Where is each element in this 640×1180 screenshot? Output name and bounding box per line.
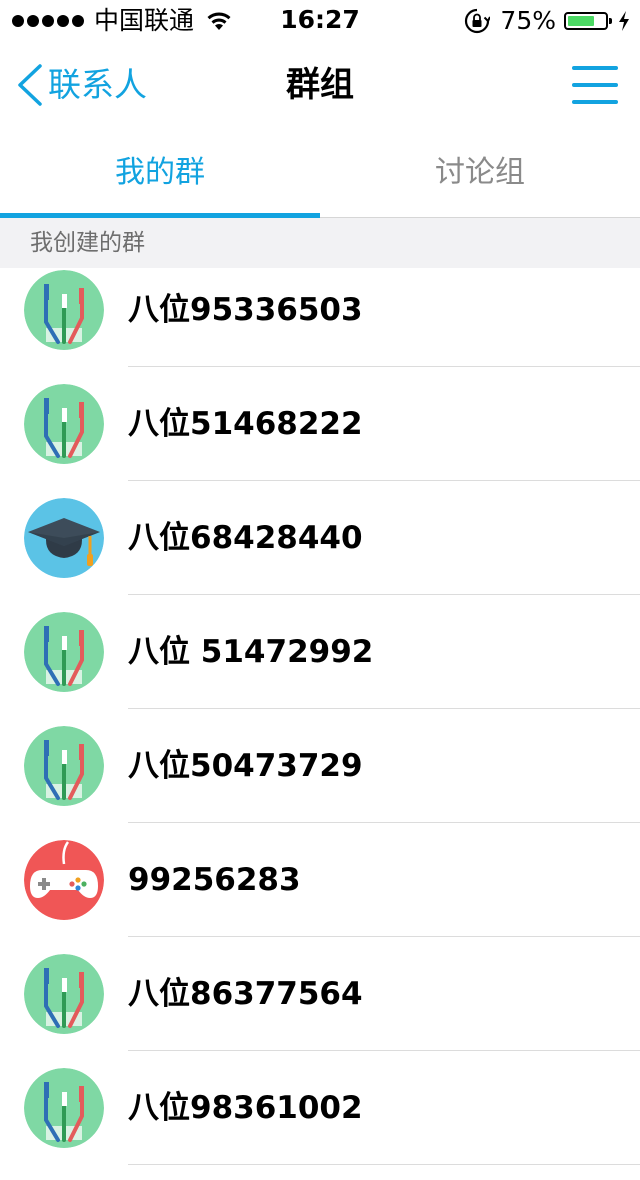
hamburger-menu-icon[interactable] — [572, 64, 618, 106]
toothbrush-avatar-icon — [24, 612, 104, 692]
tab-discussion-groups[interactable]: 讨论组 — [320, 128, 640, 217]
row-divider — [128, 1050, 640, 1051]
group-name: 八位98361002 — [128, 1090, 363, 1126]
navigation-bar: 联系人 群组 — [0, 40, 640, 128]
tab-my-groups[interactable]: 我的群 — [0, 128, 320, 217]
group-name: 八位95336503 — [128, 292, 363, 328]
list-item[interactable]: 八位 51472992 — [0, 610, 640, 724]
status-bar: 中国联通 16:27 75% — [0, 0, 640, 40]
toothbrush-avatar-icon — [24, 384, 104, 464]
row-divider — [128, 822, 640, 823]
group-name: 八位 51472992 — [128, 634, 374, 670]
list-item[interactable]: 八位51468222 — [0, 382, 640, 496]
battery-icon — [564, 12, 612, 30]
row-divider — [128, 366, 640, 367]
toothbrush-avatar-icon — [24, 270, 104, 350]
tab-bar: 我的群 讨论组 — [0, 128, 640, 218]
group-name: 八位51468222 — [128, 406, 363, 442]
list-item[interactable]: 99256283 — [0, 838, 640, 952]
toothbrush-avatar-icon — [24, 726, 104, 806]
row-divider — [128, 1164, 640, 1165]
list-item[interactable]: 八位86377564 — [0, 952, 640, 1066]
toothbrush-avatar-icon — [24, 954, 104, 1034]
toothbrush-avatar-icon — [24, 1068, 104, 1148]
list-item[interactable]: 八位98361002 — [0, 1066, 640, 1180]
group-name: 八位86377564 — [128, 976, 363, 1012]
status-right: 75% — [464, 6, 630, 36]
group-name: 99256283 — [128, 862, 301, 898]
list-item[interactable]: 八位95336503 — [0, 268, 640, 382]
page-title: 群组 — [286, 65, 354, 105]
row-divider — [128, 480, 640, 481]
row-divider — [128, 936, 640, 937]
graduation-cap-avatar-icon — [24, 498, 104, 578]
battery-percent: 75% — [500, 6, 556, 35]
section-header: 我创建的群 — [0, 218, 640, 268]
list-item[interactable]: 八位68428440 — [0, 496, 640, 610]
row-divider — [128, 594, 640, 595]
group-name: 八位50473729 — [128, 748, 363, 784]
charging-bolt-icon — [619, 11, 629, 31]
rotation-lock-icon — [465, 8, 491, 34]
section-title: 我创建的群 — [30, 230, 145, 256]
row-divider — [128, 708, 640, 709]
group-name: 八位68428440 — [128, 520, 363, 556]
group-list: 八位95336503 八位51468222 八位68428440 八位 5147… — [0, 268, 640, 1180]
gamepad-avatar-icon — [24, 840, 104, 920]
list-item[interactable]: 八位50473729 — [0, 724, 640, 838]
